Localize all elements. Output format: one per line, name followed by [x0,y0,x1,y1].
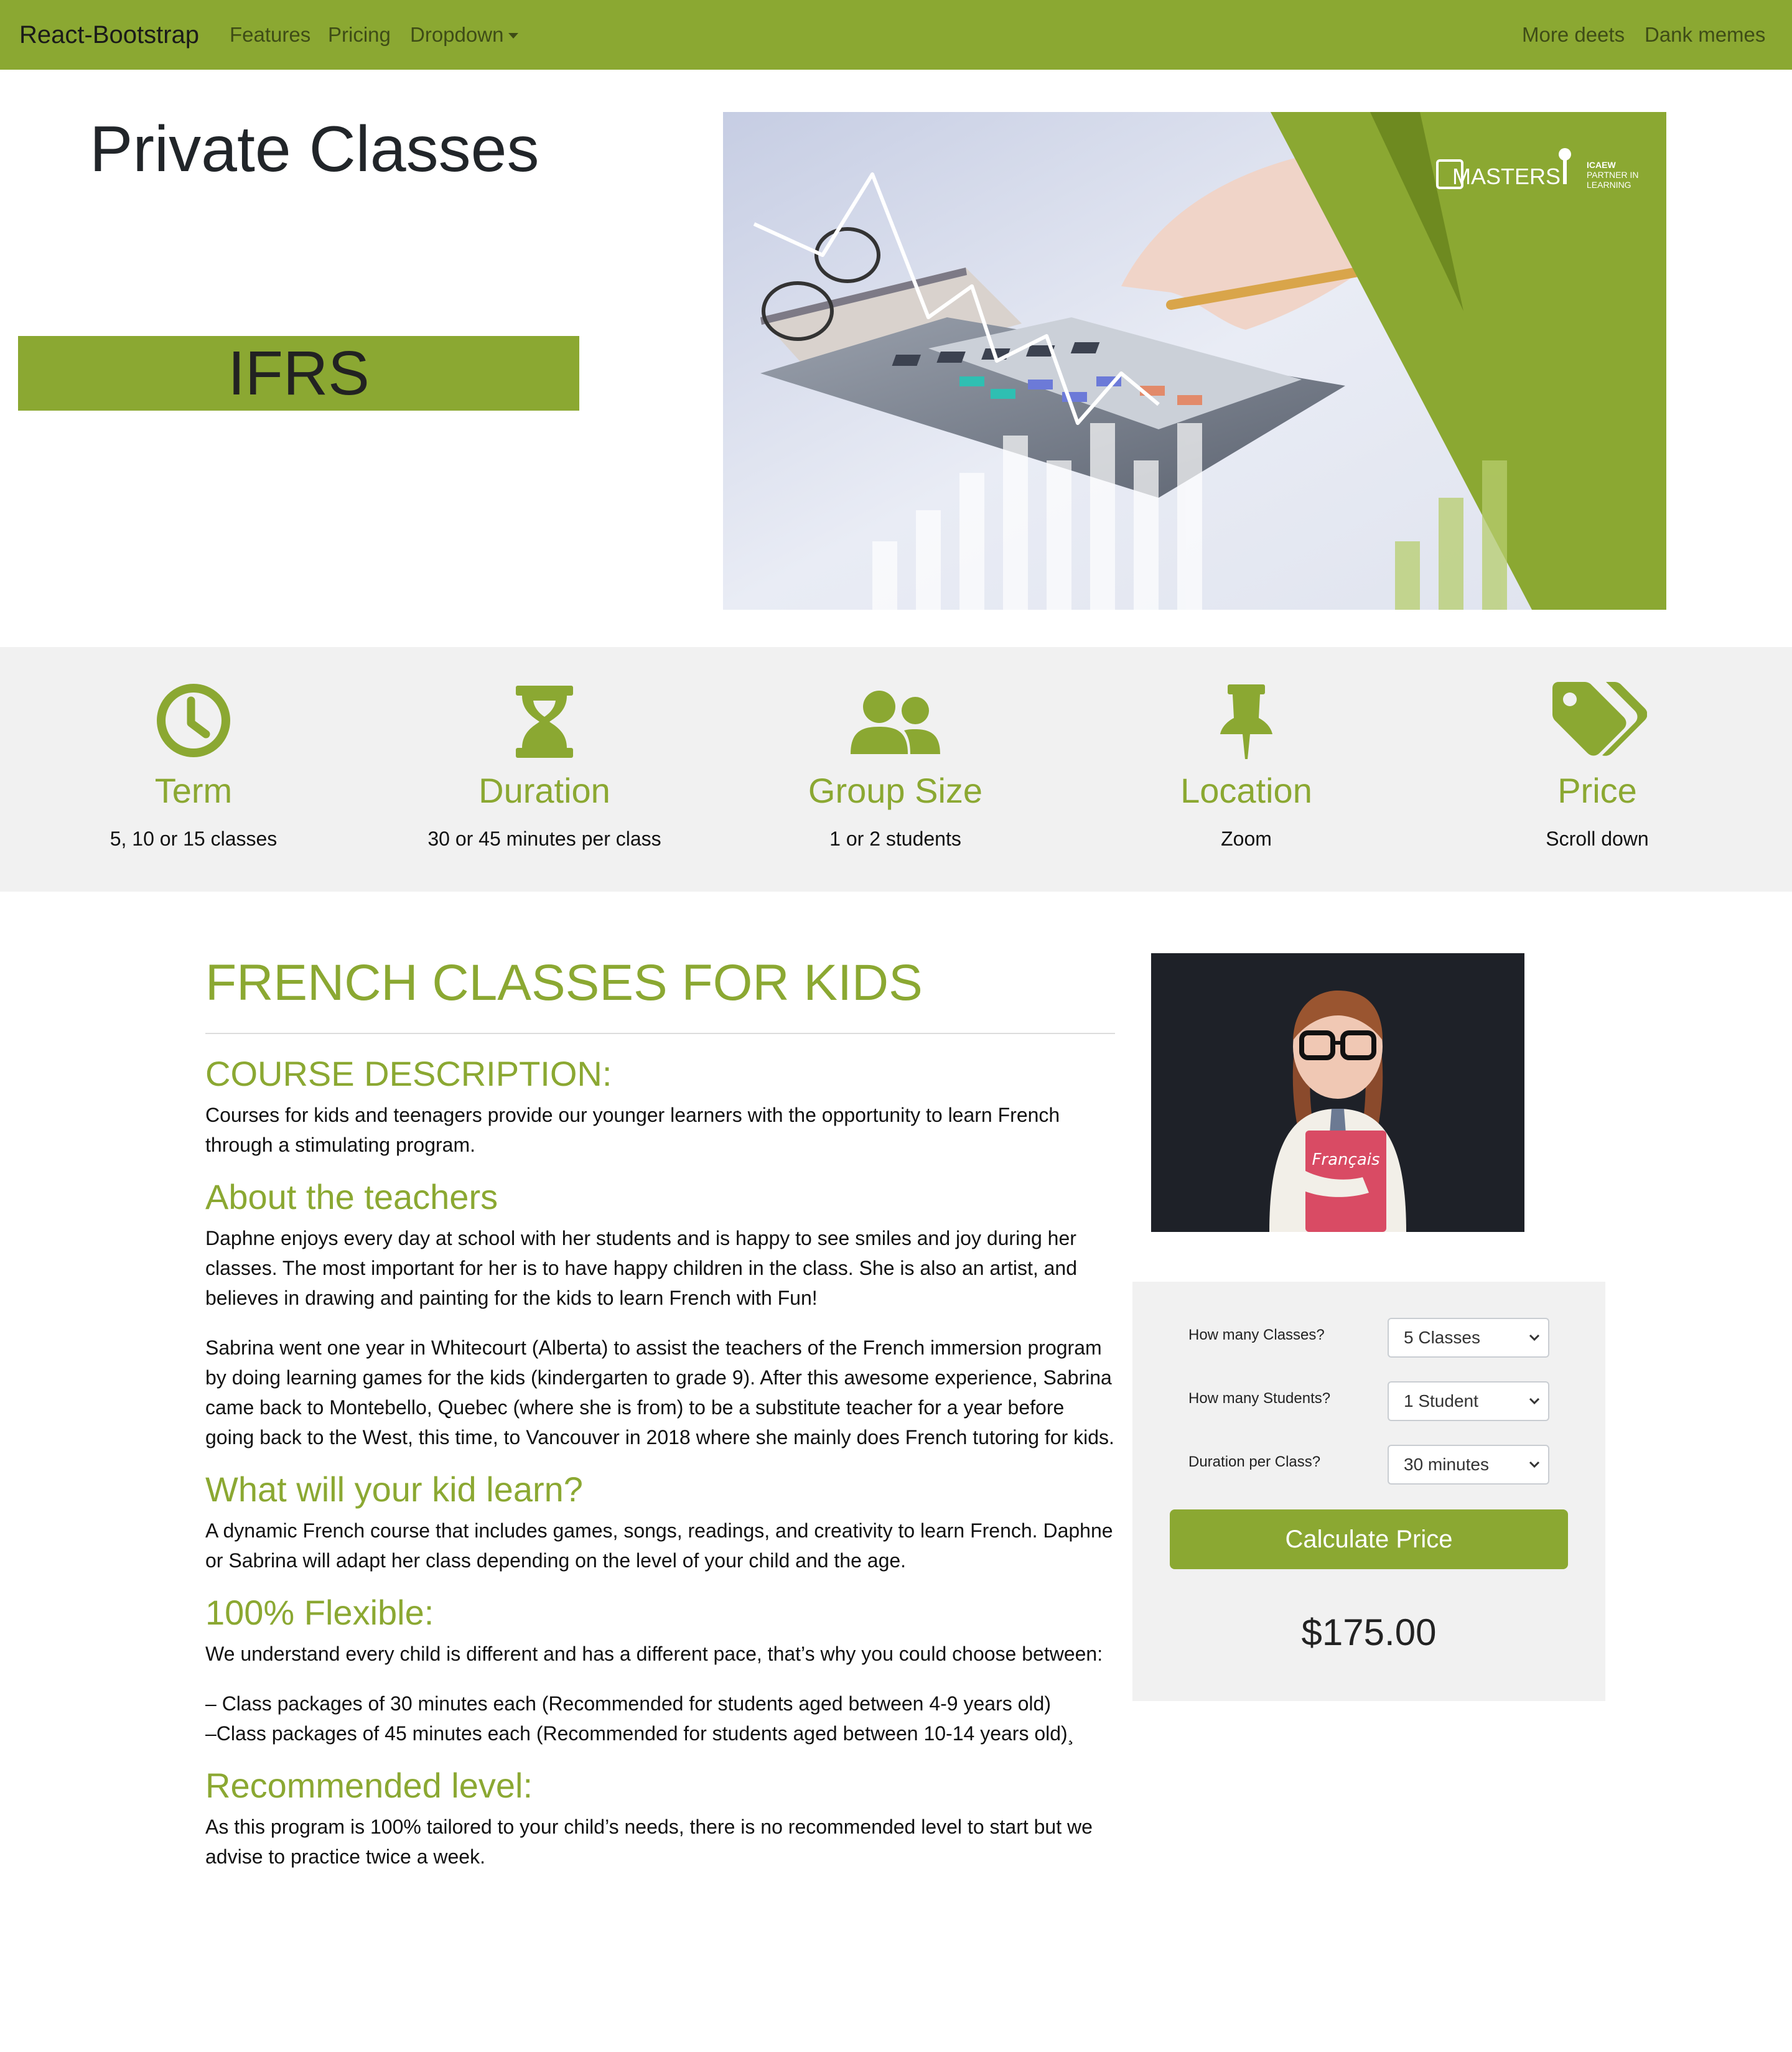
feature-desc: 30 or 45 minutes per class [427,828,661,850]
feature-location: Location Zoom [1071,647,1422,892]
navbar-brand[interactable]: React-Bootstrap [19,19,199,51]
duration-label: Duration per Class? [1188,1453,1321,1470]
top-navbar: React-Bootstrap Features Pricing Dropdow… [0,0,1792,70]
students-select[interactable]: 1 Student [1388,1381,1549,1421]
flexible-option-30: – Class packages of 30 minutes each (Rec… [205,1692,1051,1715]
clock-icon [157,684,230,757]
masters-logo-text: MASTERS [1452,164,1561,189]
course-description-text: Courses for kids and teenagers provide o… [205,1104,1060,1156]
ifrs-banner-text: IFRS [228,338,370,408]
chevron-down-icon [1529,1334,1540,1341]
users-icon [851,691,940,754]
duration-select[interactable]: 30 minutes [1388,1445,1549,1485]
students-label: How many Students? [1188,1390,1331,1407]
chevron-down-icon [1529,1461,1540,1468]
calculate-price-button[interactable]: Calculate Price [1170,1509,1568,1569]
price-calculator: How many Classes? 5 Classes How many Stu… [1132,1282,1605,1701]
tags-icon [1552,682,1647,756]
level-text: As this program is 100% tailored to your… [205,1816,1093,1868]
learn-text: A dynamic French course that includes ga… [205,1519,1113,1572]
teachers-heading: About the teachers [205,1177,498,1216]
feature-desc: Zoom [1221,828,1272,850]
feature-term: Term 5, 10 or 15 classes [18,647,369,892]
feature-title: Location [1180,771,1312,810]
teachers-paragraph-sabrina: Sabrina went one year in Whitecourt (Alb… [205,1336,1114,1448]
partner-text-1: ICAEW [1587,160,1616,170]
feature-title: Term [154,771,233,810]
feature-desc: Scroll down [1546,828,1649,850]
partner-text-3: LEARNING [1587,180,1631,190]
nav-link-pricing[interactable]: Pricing [328,21,391,49]
classes-label: How many Classes? [1188,1327,1325,1343]
feature-title: Duration [478,771,610,810]
feature-duration: Duration 30 or 45 minutes per class [369,647,720,892]
flexible-option-45: –Class packages of 45 minutes each (Reco… [205,1722,1075,1745]
chevron-down-icon [1529,1397,1540,1405]
classes-select-value: 5 Classes [1404,1328,1480,1347]
course-description-heading: COURSE DESCRIPTION: [205,1054,612,1093]
nav-link-features[interactable]: Features [230,21,310,49]
title-divider [205,1033,1115,1034]
flexible-heading: 100% Flexible: [205,1593,434,1632]
nav-link-dank-memes[interactable]: Dank memes [1645,21,1765,49]
partner-text-2: PARTNER IN [1587,170,1639,180]
hourglass-icon [516,686,573,758]
features-strip: Term 5, 10 or 15 classes Duration 30 or … [0,647,1792,892]
nav-link-more-deets[interactable]: More deets [1522,21,1625,49]
hero-image: MASTERS ICAEW PARTNER IN LEARNING [723,112,1666,610]
kid-photo: Français [1151,953,1524,1232]
flexible-text: We understand every child is different a… [205,1643,1103,1665]
students-select-value: 1 Student [1404,1391,1478,1411]
feature-title: Group Size [808,771,983,810]
book-text: Français [1312,1150,1379,1169]
feature-desc: 5, 10 or 15 classes [110,828,278,850]
learn-heading: What will your kid learn? [205,1470,583,1509]
chevron-down-icon [508,33,519,39]
ifrs-banner: IFRS [18,336,579,411]
teachers-paragraph-daphne: Daphne enjoys every day at school with h… [205,1227,1077,1309]
level-heading: Recommended level: [205,1766,533,1805]
classes-select[interactable]: 5 Classes [1388,1318,1549,1358]
nav-dropdown-label: Dropdown [410,23,504,46]
thumbtack-icon [1220,684,1272,759]
course-article: FRENCH CLASSES FOR KIDS COURSE DESCRIPTI… [205,946,1115,1872]
nav-dropdown-toggle[interactable]: Dropdown [410,21,519,49]
price-result: $175.00 [1301,1611,1437,1653]
feature-price: Price Scroll down [1422,647,1773,892]
duration-select-value: 30 minutes [1404,1455,1489,1474]
course-title: FRENCH CLASSES FOR KIDS [205,954,923,1011]
feature-title: Price [1557,771,1637,810]
feature-desc: 1 or 2 students [829,828,961,850]
page-title: Private Classes [90,113,539,185]
feature-group-size: Group Size 1 or 2 students [720,647,1071,892]
